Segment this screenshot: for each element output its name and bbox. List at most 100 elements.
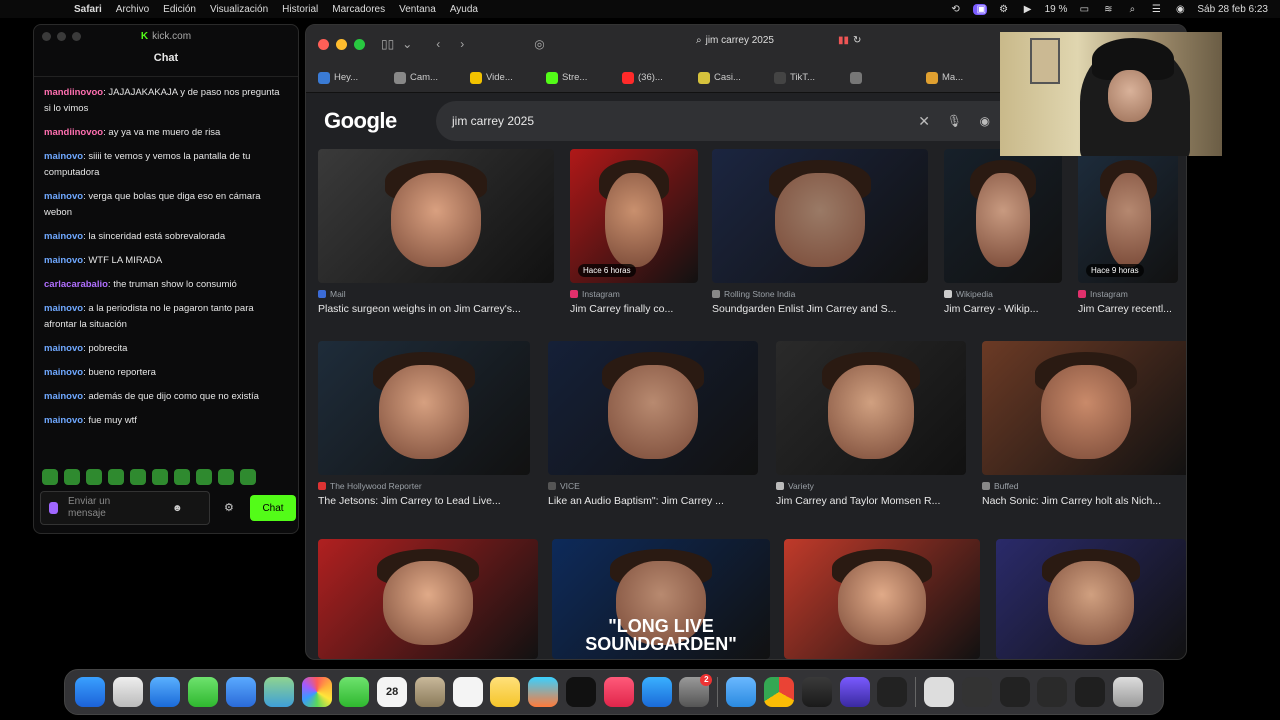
- image-result-card[interactable]: Rolling Stone India Soundgarden Enlist Ji…: [712, 149, 928, 315]
- chat-username[interactable]: mainovo: [44, 151, 83, 162]
- favorite-item[interactable]: [850, 71, 914, 84]
- reload-icon[interactable]: ↻: [853, 35, 861, 46]
- result-thumbnail[interactable]: Hace 6 horas: [570, 149, 698, 283]
- result-source[interactable]: Wikipedia: [944, 289, 1062, 299]
- favorite-item[interactable]: Ma...: [926, 71, 990, 84]
- back-button[interactable]: ‹: [436, 37, 440, 51]
- microphone-icon[interactable]: 🎙︎: [947, 114, 962, 128]
- result-thumbnail[interactable]: [318, 341, 530, 475]
- chat-username[interactable]: mainovo: [44, 391, 83, 402]
- window-thumbnail-icon[interactable]: [1075, 677, 1106, 707]
- image-result-card[interactable]: The Hollywood Reporter The Jetsons: Jim C…: [318, 341, 530, 507]
- emote-icon[interactable]: [86, 469, 102, 485]
- chat-message[interactable]: mainovo: verga que bolas que diga eso en…: [44, 189, 288, 221]
- chat-message[interactable]: carlacarabalio: the truman show lo consu…: [44, 277, 288, 293]
- menu-item-ventana[interactable]: Ventana: [399, 4, 436, 15]
- result-thumbnail[interactable]: [776, 341, 966, 475]
- spotlight-search-icon[interactable]: ⌕: [1125, 4, 1139, 15]
- window-thumbnail-icon[interactable]: [1037, 677, 1068, 707]
- image-result-card[interactable]: Wikipedia Jim Carrey - Wikip...: [944, 149, 1062, 315]
- google-logo[interactable]: Google: [324, 108, 397, 134]
- window-thumbnail-icon[interactable]: [961, 677, 992, 707]
- result-source[interactable]: The Hollywood Reporter: [318, 481, 530, 491]
- menu-item-edicion[interactable]: Edición: [163, 4, 196, 15]
- result-thumbnail[interactable]: [548, 341, 758, 475]
- result-source[interactable]: Variety: [776, 481, 966, 491]
- chat-username[interactable]: mandiinovoo: [44, 87, 103, 98]
- emote-icon[interactable]: [174, 469, 190, 485]
- battery-icon[interactable]: ▭: [1077, 4, 1091, 15]
- result-source[interactable]: Instagram: [570, 289, 698, 299]
- emote-icon[interactable]: [42, 469, 58, 485]
- control-center-icon[interactable]: ☰: [1149, 4, 1163, 15]
- kick-status-icon[interactable]: ▣: [972, 3, 987, 15]
- system-settings-icon[interactable]: 2: [679, 674, 713, 707]
- freeform-icon[interactable]: [528, 677, 559, 707]
- menu-item-safari[interactable]: Safari: [74, 4, 102, 15]
- photos-icon[interactable]: [301, 677, 332, 707]
- reminders-icon[interactable]: [452, 677, 483, 707]
- google-lens-icon[interactable]: ◉: [980, 114, 990, 128]
- zoom-button[interactable]: [72, 32, 81, 41]
- music-icon[interactable]: [603, 677, 634, 707]
- chat-username[interactable]: mainovo: [44, 231, 83, 242]
- menu-item-historial[interactable]: Historial: [282, 4, 318, 15]
- result-title[interactable]: Jim Carrey - Wikip...: [944, 303, 1062, 315]
- chat-username[interactable]: mainovo: [44, 343, 83, 354]
- chevron-down-icon[interactable]: ⌄: [402, 37, 412, 51]
- close-button[interactable]: [42, 32, 51, 41]
- image-result-card[interactable]: [784, 539, 980, 659]
- result-source[interactable]: Rolling Stone India: [712, 289, 928, 299]
- menu-item-archivo[interactable]: Archivo: [116, 4, 149, 15]
- safari-icon[interactable]: [150, 677, 181, 707]
- result-source[interactable]: VICE: [548, 481, 758, 491]
- emote-icon[interactable]: [196, 469, 212, 485]
- forward-button[interactable]: ›: [460, 37, 464, 51]
- window-thumbnail-icon[interactable]: [999, 677, 1030, 707]
- result-source[interactable]: Instagram: [1078, 289, 1178, 299]
- image-result-card[interactable]: Hace 6 horas Instagram Jim Carrey finally …: [570, 149, 698, 315]
- result-title[interactable]: Like an Audio Baptism": Jim Carrey ...: [548, 495, 758, 507]
- emote-icon[interactable]: [64, 469, 80, 485]
- obs-icon[interactable]: [877, 677, 908, 707]
- minimize-button[interactable]: [57, 32, 66, 41]
- emote-icon[interactable]: [152, 469, 168, 485]
- chat-message[interactable]: mainovo: pobrecita: [44, 341, 288, 357]
- chat-message[interactable]: mainovo: la sinceridad está sobrevalorad…: [44, 229, 288, 245]
- menu-clock[interactable]: Sáb 28 feb 6:23: [1197, 4, 1268, 15]
- chat-message[interactable]: mainovo: además de que dijo como que no …: [44, 389, 288, 405]
- result-thumbnail[interactable]: Hace 9 horas: [1078, 149, 1178, 283]
- privacy-shield-icon[interactable]: ◎: [534, 37, 544, 51]
- minimize-button[interactable]: [336, 38, 347, 50]
- facetime-icon[interactable]: [339, 677, 370, 707]
- folder-icon[interactable]: [726, 677, 757, 707]
- result-thumbnail[interactable]: [712, 149, 928, 283]
- sidebar-toggle-icon[interactable]: ▯▯: [381, 37, 394, 51]
- chat-message[interactable]: mainovo: a la periodista no le pagaron t…: [44, 301, 288, 333]
- result-thumbnail[interactable]: [996, 539, 1186, 659]
- chat-message-input[interactable]: Enviar un mensaje ☻: [40, 491, 210, 525]
- trash-icon[interactable]: [1112, 677, 1143, 707]
- image-viewer-icon[interactable]: [839, 677, 870, 707]
- notes-icon[interactable]: [490, 677, 521, 707]
- result-title[interactable]: Jim Carrey and Taylor Momsen R...: [776, 495, 966, 507]
- result-thumbnail[interactable]: [784, 539, 980, 659]
- app-store-icon[interactable]: [641, 677, 672, 707]
- calendar-icon[interactable]: 28: [377, 677, 408, 707]
- launchpad-icon[interactable]: [112, 677, 143, 707]
- emote-icon[interactable]: [130, 469, 146, 485]
- result-title[interactable]: Soundgarden Enlist Jim Carrey and S...: [712, 303, 928, 315]
- favorite-item[interactable]: Casi...: [698, 71, 762, 84]
- chat-username[interactable]: mainovo: [44, 303, 83, 314]
- play-icon[interactable]: ▶: [1021, 4, 1035, 15]
- wifi-icon[interactable]: ≋: [1101, 4, 1115, 15]
- favorite-item[interactable]: Stre...: [546, 71, 610, 84]
- result-title[interactable]: Jim Carrey recentl...: [1078, 303, 1178, 315]
- chat-message-list[interactable]: mandiinovoo: JAJAJAKAKAJA y de paso nos …: [34, 77, 298, 429]
- favorite-item[interactable]: Cam...: [394, 71, 458, 84]
- favorite-item[interactable]: TikT...: [774, 71, 838, 84]
- chat-username[interactable]: mainovo: [44, 255, 83, 266]
- emote-icon[interactable]: [240, 469, 256, 485]
- menu-item-visualizacion[interactable]: Visualización: [210, 4, 268, 15]
- chat-message[interactable]: mainovo: siiii te vemos y vemos la panta…: [44, 149, 288, 181]
